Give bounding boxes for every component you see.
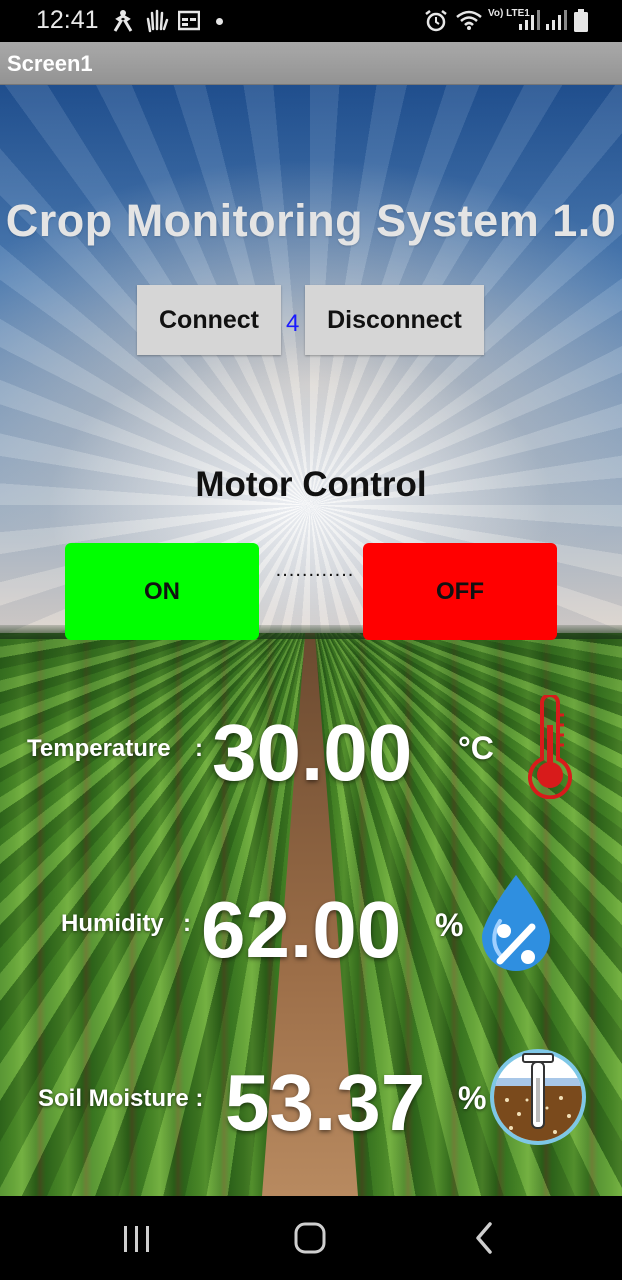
temperature-label: Temperature bbox=[27, 735, 171, 762]
screen-title: Screen1 bbox=[7, 51, 93, 76]
soil-probe-icon bbox=[489, 1048, 587, 1151]
main-screen: Crop Monitoring System 1.0 Connect 4 Dis… bbox=[0, 85, 622, 1196]
motor-off-button[interactable]: OFF bbox=[363, 543, 557, 640]
hand-icon bbox=[144, 9, 170, 39]
connection-count: 4 bbox=[286, 310, 300, 337]
title-bar: Screen1 bbox=[0, 42, 622, 85]
temperature-value: 30.00 bbox=[212, 708, 413, 797]
soil-moisture-unit: % bbox=[458, 1080, 487, 1116]
temperature-colon: : bbox=[195, 735, 203, 762]
accessibility-icon bbox=[112, 9, 134, 39]
disconnect-button[interactable]: Disconnect bbox=[305, 285, 484, 355]
notification-dot bbox=[216, 18, 223, 25]
signal-icon bbox=[545, 9, 567, 37]
calendar-icon bbox=[177, 9, 201, 37]
soil-moisture-label: Soil Moisture : bbox=[38, 1085, 204, 1112]
signal-icon bbox=[518, 9, 540, 37]
battery-icon bbox=[574, 9, 588, 39]
motor-separator: ............ bbox=[275, 559, 355, 581]
motor-on-button[interactable]: ON bbox=[65, 543, 259, 640]
thermometer-icon bbox=[522, 693, 578, 804]
status-time: 12:41 bbox=[36, 6, 99, 34]
temperature-unit: °C bbox=[458, 730, 494, 766]
connect-button[interactable]: Connect bbox=[137, 285, 281, 355]
soil-moisture-value: 53.37 bbox=[225, 1058, 426, 1147]
alarm-icon bbox=[424, 9, 448, 39]
app-title: Crop Monitoring System 1.0 bbox=[5, 195, 617, 246]
back-icon[interactable] bbox=[470, 1221, 500, 1260]
humidity-unit: % bbox=[435, 907, 464, 943]
humidity-colon: : bbox=[183, 910, 191, 937]
status-bar: 12:41 Vo) LTE1 bbox=[0, 0, 622, 42]
motor-control-title: Motor Control bbox=[195, 465, 427, 504]
wifi-icon bbox=[455, 9, 483, 37]
navigation-bar bbox=[0, 1196, 622, 1280]
humidity-label: Humidity bbox=[61, 910, 164, 937]
humidity-drop-icon bbox=[478, 871, 554, 980]
home-icon[interactable] bbox=[293, 1221, 327, 1260]
humidity-value: 62.00 bbox=[201, 885, 402, 974]
recent-apps-icon[interactable] bbox=[120, 1224, 154, 1259]
